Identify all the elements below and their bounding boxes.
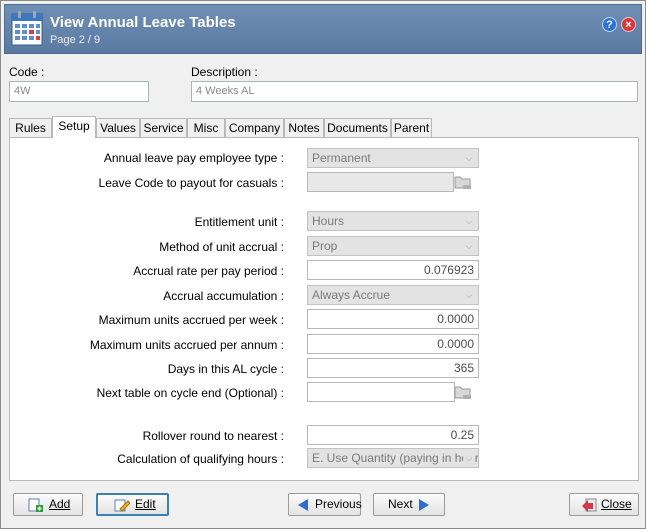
description-field[interactable]: 4 Weeks AL [191,81,638,102]
rollover-field[interactable]: 0.25 [307,425,479,445]
close-icon[interactable]: × [621,17,636,32]
pay-employee-type-value: Permanent [312,151,371,165]
edit-pencil-icon [114,499,130,512]
accrual-method-select[interactable]: Prop ⌵ [307,236,479,256]
chevron-down-icon: ⌵ [463,286,475,304]
setup-panel: Annual leave pay employee type : Permane… [9,137,639,481]
entitlement-unit-value: Hours [312,214,345,228]
accrual-accumulation-value: Always Accrue [312,288,391,302]
calendar-icon [11,11,43,46]
previous-button-label: Previous [315,497,362,511]
page-indicator: Page 2 / 9 [50,34,101,46]
tab-company[interactable]: Company [225,118,284,138]
max-per-week-label: Maximum units accrued per week : [98,313,284,327]
accrual-accumulation-label: Accrual accumulation : [163,289,284,303]
close-exit-icon [582,498,597,512]
payout-casuals-field[interactable] [307,172,454,192]
description-label: Description : [191,65,258,79]
tab-parent[interactable]: Parent [391,118,432,138]
add-button[interactable]: Add [13,493,83,516]
help-icon[interactable]: ? [602,17,617,32]
qualifying-hours-label: Calculation of qualifying hours : [117,452,284,466]
code-label: Code : [9,65,45,79]
days-cycle-label: Days in this AL cycle : [167,362,284,376]
chevron-down-icon: ⌵ [463,237,475,255]
payout-casuals-label: Leave Code to payout for casuals : [98,176,284,190]
pay-employee-type-label: Annual leave pay employee type : [103,151,284,165]
folder-lookup-icon[interactable] [454,174,472,190]
tab-misc[interactable]: Misc [187,118,225,138]
tab-setup[interactable]: Setup [52,116,96,138]
max-per-annum-label: Maximum units accrued per annum : [89,338,284,352]
next-button-label: Next [388,497,413,511]
add-button-label: Add [49,497,71,511]
entitlement-unit-label: Entitlement unit : [194,215,284,229]
accrual-rate-field[interactable]: 0.076923 [307,260,479,280]
arrow-left-icon [298,499,308,511]
qualifying-hours-select[interactable]: E. Use Quantity (paying in hours ⌵ [307,448,479,468]
tab-rules[interactable]: Rules [9,118,52,138]
accrual-accumulation-select[interactable]: Always Accrue ⌵ [307,285,479,305]
accrual-rate-label: Accrual rate per pay period : [133,264,284,278]
next-table-field[interactable] [307,382,455,402]
next-table-label: Next table on cycle end (Optional) : [96,386,284,400]
max-per-annum-field[interactable]: 0.0000 [307,334,479,354]
tab-notes[interactable]: Notes [284,118,324,138]
chevron-down-icon: ⌵ [463,212,475,230]
qualifying-hours-value: E. Use Quantity (paying in hours [312,451,479,465]
edit-button-label: Edit [135,497,156,511]
view-annual-leave-tables-window: View Annual Leave Tables Page 2 / 9 ? × … [0,0,646,529]
tab-documents[interactable]: Documents [324,118,391,138]
window-title: View Annual Leave Tables [50,14,236,31]
accrual-method-label: Method of unit accrual : [159,240,284,254]
tab-service[interactable]: Service [140,118,187,138]
max-per-week-field[interactable]: 0.0000 [307,309,479,329]
code-field[interactable]: 4W [9,81,149,102]
previous-button[interactable]: Previous [288,493,362,516]
accrual-method-value: Prop [312,239,338,253]
pay-employee-type-select[interactable]: Permanent ⌵ [307,148,479,168]
arrow-right-icon [419,499,429,511]
next-button[interactable]: Next [373,493,445,516]
close-button[interactable]: Close [569,493,639,516]
days-cycle-field[interactable]: 365 [307,358,479,378]
rollover-label: Rollover round to nearest : [142,429,284,443]
folder-lookup-icon[interactable] [454,384,472,400]
add-icon [28,498,43,512]
chevron-down-icon: ⌵ [463,149,475,167]
close-button-label: Close [601,497,632,511]
title-bar: View Annual Leave Tables Page 2 / 9 ? × [4,4,642,54]
edit-button[interactable]: Edit [96,493,169,516]
entitlement-unit-select[interactable]: Hours ⌵ [307,211,479,231]
chevron-down-icon: ⌵ [463,449,475,467]
tab-values[interactable]: Values [96,118,140,138]
